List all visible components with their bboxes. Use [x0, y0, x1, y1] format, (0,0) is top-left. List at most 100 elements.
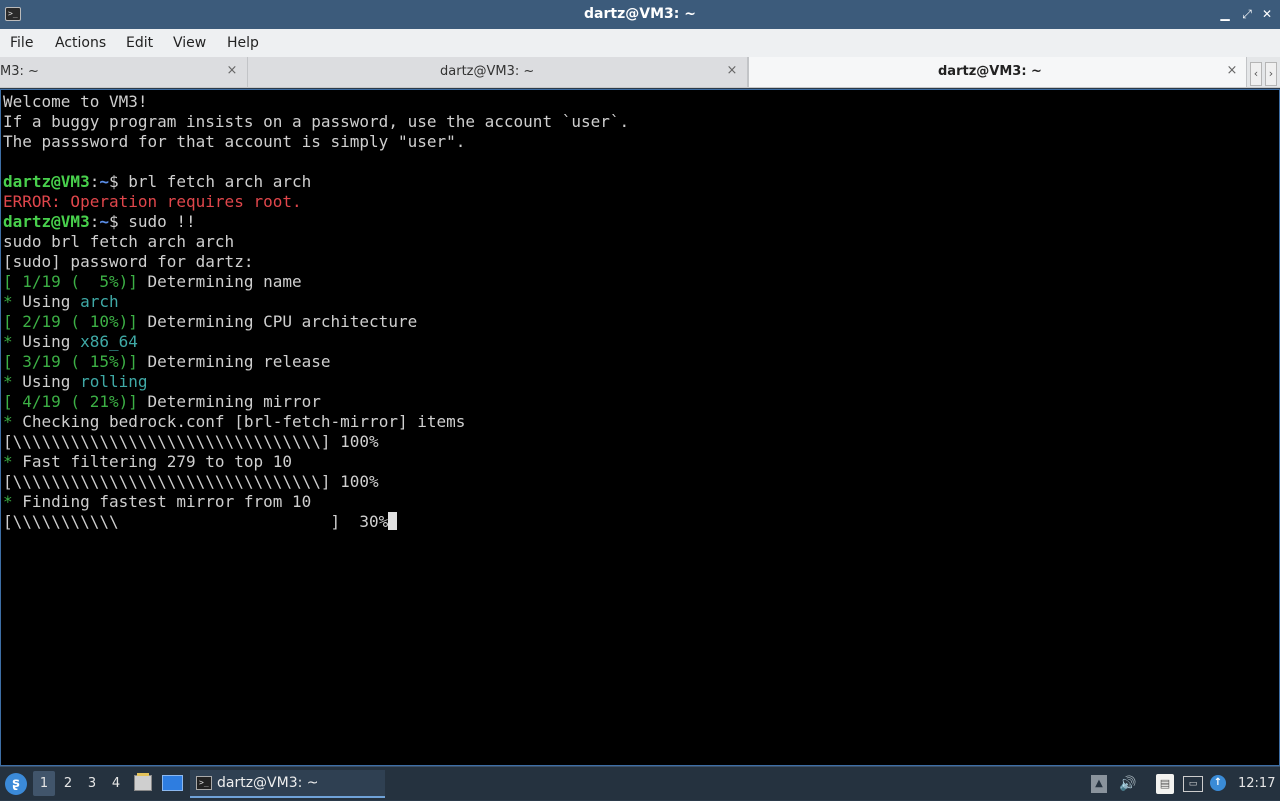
volume-icon[interactable]: 🔊 — [1118, 773, 1138, 795]
terminal-line: The passsword for that account is simply… — [3, 132, 629, 152]
window-titlebar[interactable]: >_ dartz@VM3: ~ ▁ ⤢ ✕ — [0, 0, 1280, 29]
terminal-text: [\\\\\\\\\\\\\\\\\\\\\\\\\\\\\\\\] 100% — [3, 472, 379, 491]
tab-scroll-right-button[interactable]: › — [1265, 62, 1277, 86]
close-tab-button[interactable]: × — [1225, 64, 1239, 78]
terminal-line: [\\\\\\\\\\\\\\\\\\\\\\\\\\\\\\\\] 100% — [3, 472, 629, 492]
terminal-text: sudo brl fetch arch arch — [3, 232, 235, 251]
tab-3-active[interactable]: dartz@VM3: ~ × — [748, 57, 1247, 87]
terminal-line: dartz@VM3:~$ brl fetch arch arch — [3, 172, 629, 192]
tab-label: M3: ~ — [0, 64, 39, 79]
terminal-text: The passsword for that account is simply… — [3, 132, 466, 151]
terminal-text: x86_64 — [80, 332, 138, 351]
close-tab-button[interactable]: × — [225, 64, 239, 78]
terminal-line: * Using rolling — [3, 372, 629, 392]
clipboard-icon[interactable]: ▤ — [1156, 774, 1174, 794]
start-menu-icon[interactable]: ʂ — [5, 773, 27, 795]
clock[interactable]: 12:17 — [1238, 767, 1275, 801]
terminal-text: dartz@VM3 — [3, 172, 90, 191]
terminal-text: [ 4/19 ( 21%)] — [3, 392, 138, 411]
terminal-text: ~ — [99, 212, 109, 231]
terminal-view[interactable]: Welcome to VM3! If a buggy program insist… — [0, 89, 1280, 766]
maximize-button[interactable]: ⤢ — [1239, 6, 1255, 22]
terminal-text: Using — [12, 372, 81, 391]
menu-actions[interactable]: Actions — [55, 29, 106, 57]
tab-label: dartz@VM3: ~ — [938, 64, 1042, 79]
terminal-text: [ 2/19 ( 10%)] — [3, 312, 138, 331]
terminal-text: dartz@VM3 — [3, 212, 90, 231]
terminal-text: * — [3, 292, 13, 311]
terminal-line: ERROR: Operation requires root. — [3, 192, 629, 212]
terminal-output: Welcome to VM3! If a buggy program insist… — [3, 92, 629, 532]
terminal-line: [\\\\\\\\\\\ ] 30% — [3, 512, 629, 532]
file-manager-icon[interactable] — [134, 773, 152, 791]
terminal-icon: >_ — [196, 776, 212, 790]
menu-file[interactable]: File — [10, 29, 33, 57]
terminal-line: [ 1/19 ( 5%)] Determining name — [3, 272, 629, 292]
terminal-text: ~ — [99, 172, 109, 191]
terminal-text: [ 3/19 ( 15%)] — [3, 352, 138, 371]
terminal-text: Determining release — [137, 352, 331, 371]
terminal-text: : — [89, 212, 100, 231]
terminal-line: [ 2/19 ( 10%)] Determining CPU architect… — [3, 312, 629, 332]
terminal-text: Using — [12, 332, 81, 351]
workspace-3-button[interactable]: 3 — [81, 771, 103, 796]
tab-1[interactable]: M3: ~ × — [0, 57, 248, 87]
terminal-text: [\\\\\\\\\\\\\\\\\\\\\\\\\\\\\\\\] 100% — [3, 432, 379, 451]
terminal-text: arch — [80, 292, 119, 311]
terminal-text: Determining CPU architecture — [137, 312, 418, 331]
terminal-text: $ brl fetch arch arch — [108, 172, 312, 191]
terminal-text: [ 1/19 ( 5%)] — [3, 272, 138, 291]
terminal-line: [ 4/19 ( 21%)] Determining mirror — [3, 392, 629, 412]
tray-expand-icon[interactable]: ▲ — [1091, 775, 1107, 793]
show-desktop-icon[interactable] — [162, 775, 183, 791]
terminal-text: Fast filtering 279 to top 10 — [12, 452, 292, 471]
terminal-text: : — [89, 172, 100, 191]
terminal-text: If a buggy program insists on a password… — [3, 112, 630, 131]
menu-view[interactable]: View — [173, 29, 206, 57]
terminal-text: * — [3, 332, 13, 351]
terminal-line: If a buggy program insists on a password… — [3, 112, 629, 132]
terminal-line: * Using arch — [3, 292, 629, 312]
update-notifier-icon[interactable]: ↑ — [1210, 775, 1226, 791]
terminal-text: [\\\\\\\\\\\ ] 30% — [3, 512, 389, 531]
terminal-line: [sudo] password for dartz: — [3, 252, 629, 272]
terminal-text: [sudo] password for dartz: — [3, 252, 254, 271]
menu-edit[interactable]: Edit — [126, 29, 153, 57]
terminal-cursor — [388, 512, 398, 530]
workspace-4-button[interactable]: 4 — [105, 771, 127, 796]
terminal-text: * — [3, 492, 13, 511]
minimize-button[interactable]: ▁ — [1217, 6, 1233, 22]
tab-2[interactable]: dartz@VM3: ~ × — [248, 57, 748, 87]
terminal-line: * Checking bedrock.conf [brl-fetch-mirro… — [3, 412, 629, 432]
terminal-text: $ sudo !! — [108, 212, 196, 231]
terminal-line: * Finding fastest mirror from 10 — [3, 492, 629, 512]
terminal-text: Determining name — [137, 272, 302, 291]
taskbar-task-label: dartz@VM3: ~ — [217, 775, 319, 791]
terminal-text: Determining mirror — [137, 392, 321, 411]
terminal-line: [\\\\\\\\\\\\\\\\\\\\\\\\\\\\\\\\] 100% — [3, 432, 629, 452]
network-icon[interactable]: ▭ — [1183, 776, 1203, 792]
tab-label: dartz@VM3: ~ — [440, 64, 535, 79]
terminal-text: rolling — [80, 372, 148, 391]
terminal-text: * — [3, 452, 13, 471]
terminal-line: Welcome to VM3! — [3, 92, 629, 112]
terminal-text: * — [3, 412, 13, 431]
close-window-button[interactable]: ✕ — [1259, 6, 1275, 22]
menu-help[interactable]: Help — [227, 29, 259, 57]
terminal-text: * — [3, 372, 13, 391]
terminal-line: * Fast filtering 279 to top 10 — [3, 452, 629, 472]
terminal-line: dartz@VM3:~$ sudo !! — [3, 212, 629, 232]
workspace-2-button[interactable]: 2 — [57, 771, 79, 796]
terminal-text: ERROR: Operation requires root. — [3, 192, 302, 211]
terminal-text: Checking bedrock.conf [brl-fetch-mirror]… — [12, 412, 466, 431]
close-tab-button[interactable]: × — [725, 64, 739, 78]
workspace-1-button[interactable]: 1 — [33, 771, 55, 796]
terminal-text: Finding fastest mirror from 10 — [12, 492, 312, 511]
terminal-line: sudo brl fetch arch arch — [3, 232, 629, 252]
tab-scroll-left-button[interactable]: ‹ — [1250, 62, 1262, 86]
tab-bar: M3: ~ × dartz@VM3: ~ × dartz@VM3: ~ × — [0, 57, 1280, 88]
taskbar-terminal-button[interactable]: >_ dartz@VM3: ~ — [190, 770, 385, 798]
terminal-text: Welcome to VM3! — [3, 92, 148, 111]
terminal-line: [ 3/19 ( 15%)] Determining release — [3, 352, 629, 372]
